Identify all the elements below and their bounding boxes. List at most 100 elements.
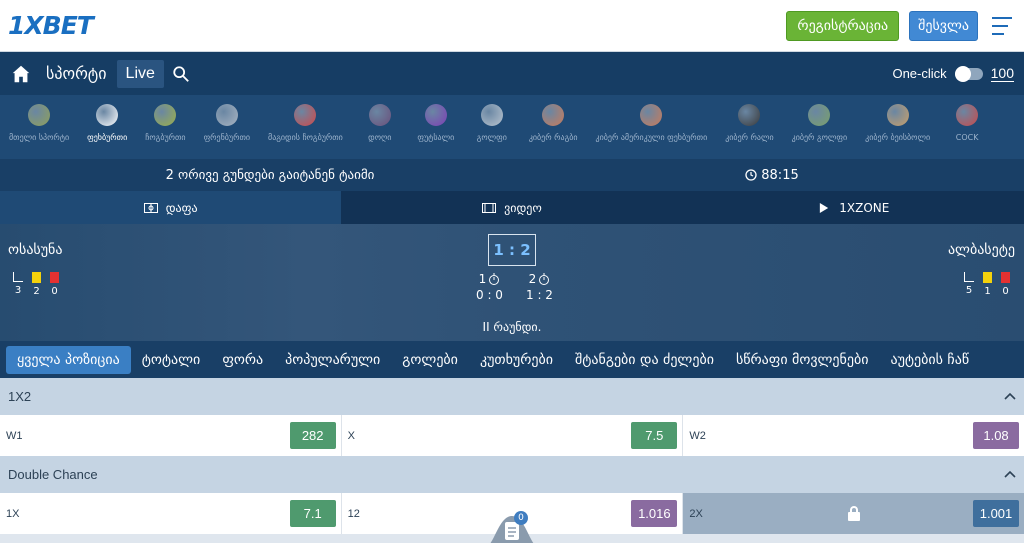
tab-board[interactable]: დაფა: [0, 191, 342, 224]
sport-item[interactable]: მაგიდის ჩოგბურთი: [259, 104, 352, 142]
futsal-icon: [424, 104, 447, 126]
horse-racing-icon: [368, 104, 391, 126]
sport-label: მთელი სპორტი: [9, 133, 70, 142]
stopwatch-icon: [489, 273, 500, 285]
sport-item[interactable]: ფეხბურთი: [78, 104, 136, 142]
tab-1xzone[interactable]: 1XZONE: [683, 191, 1024, 224]
sport-item[interactable]: კიბერ ამერიკული ფეხბურთი: [587, 104, 717, 142]
media-tabs: დაფა ვიდეო 1XZONE: [0, 191, 1024, 224]
half2-score: 1 : 2: [526, 288, 553, 302]
outcome-cell[interactable]: W2 1.08: [683, 415, 1024, 456]
outcome-name: 2X: [689, 507, 703, 520]
header-actions: რეგისტრაცია შესვლა: [786, 10, 1016, 41]
play-icon: [820, 202, 829, 213]
odd-button[interactable]: 1.08: [973, 422, 1020, 449]
tab-video[interactable]: ვიდეო: [341, 191, 682, 224]
away-red: 0: [1002, 286, 1009, 297]
away-stats: 5 1 0: [964, 272, 1010, 297]
sport-label: დოღი: [368, 133, 392, 142]
market-header[interactable]: Double Chance: [0, 456, 1024, 493]
hamburger-menu-icon[interactable]: [992, 16, 1016, 35]
stopwatch-icon: [539, 273, 550, 285]
scoreboard: ოსასუნა ალბასეტე 3 2 0 5 1 0 1 : 2 1 0 :…: [0, 224, 1024, 341]
chevron-up-icon[interactable]: [1004, 469, 1016, 481]
all-sports-icon: [28, 104, 51, 126]
sport-item[interactable]: დოღი: [352, 104, 408, 142]
outcome-cell[interactable]: 2X 1.001: [683, 493, 1024, 534]
nav-live-tab[interactable]: Live: [116, 59, 164, 88]
outcome-name: W2: [689, 429, 706, 442]
away-yellow: 1: [984, 286, 991, 297]
odds-row: W1 282 X 7.5 W2 1.08: [0, 415, 1024, 456]
away-corners: 5: [965, 285, 973, 296]
red-card-icon: [50, 272, 59, 283]
odd-button[interactable]: 1.016: [631, 500, 678, 527]
bet-slip-icon[interactable]: [480, 508, 544, 543]
brand-logo[interactable]: 1XBET: [8, 11, 94, 40]
sport-label: ფრენბურთი: [203, 133, 251, 142]
cyber-golf-icon: [808, 104, 831, 126]
top-header: 1XBET რეგისტრაცია შესვლა: [0, 0, 1024, 52]
sport-label: კიბერ რალი: [725, 133, 774, 142]
sport-label: ჩოგბურთი: [145, 133, 186, 142]
tennis-icon: [154, 104, 177, 126]
market-tab[interactable]: აუტების ჩაწ: [879, 346, 980, 374]
sport-item[interactable]: მთელი სპორტი: [0, 104, 78, 142]
search-icon[interactable]: [172, 65, 190, 83]
sport-item[interactable]: კიბერ რაგბი: [520, 104, 587, 142]
outcome-name: X: [347, 429, 356, 442]
market-title: 1X2: [8, 389, 32, 404]
odd-button[interactable]: 7.1: [289, 500, 336, 527]
outcome-cell[interactable]: W1 282: [0, 415, 342, 456]
table-tennis-icon: [294, 104, 317, 126]
one-click-amount[interactable]: 100: [990, 65, 1014, 82]
sport-item[interactable]: COCK: [939, 104, 995, 142]
nav-sports-link[interactable]: სპორტი: [46, 64, 107, 83]
second-half: 2 1 : 2: [526, 272, 553, 302]
sport-item[interactable]: ჩოგბურთი: [136, 104, 194, 142]
clock-icon: [745, 169, 757, 181]
odd-button[interactable]: 1.001: [973, 500, 1020, 527]
sport-item[interactable]: კიბერ რალი: [716, 104, 782, 142]
chevron-up-icon[interactable]: [1004, 391, 1016, 403]
sport-item[interactable]: ფუტსალი: [408, 104, 464, 142]
register-button[interactable]: რეგისტრაცია: [786, 10, 900, 41]
sport-label: ფეხბურთი: [87, 133, 128, 142]
sport-item[interactable]: კიბერ გოლფი: [783, 104, 857, 142]
cyber-baseball-icon: [886, 104, 909, 126]
sport-item[interactable]: კიბერ ბეისბოლი: [856, 104, 939, 142]
football-icon: [96, 104, 119, 126]
market-tab[interactable]: შტანგები და ძელები: [564, 346, 725, 374]
market-tab[interactable]: პოპულარული: [274, 346, 391, 374]
odd-button[interactable]: 7.5: [631, 422, 678, 449]
market-tab[interactable]: ყველა პოზიცია: [6, 345, 131, 374]
market-tab[interactable]: ფორა: [211, 346, 274, 374]
sport-label: კიბერ ბეისბოლი: [865, 133, 931, 142]
half1-label: 1: [478, 272, 487, 286]
outcome-cell[interactable]: X 7.5: [342, 415, 684, 456]
market-tab[interactable]: ტოტალი: [131, 346, 212, 374]
score-box: 1 : 2: [488, 234, 536, 266]
outcome-cell[interactable]: 1X 7.1: [0, 493, 342, 534]
market-tab[interactable]: კუთხურები: [469, 346, 564, 374]
sport-label: კიბერ ამერიკული ფეხბურთი: [595, 133, 708, 142]
market-header[interactable]: 1X2: [0, 378, 1024, 415]
home-corners: 3: [14, 285, 22, 296]
away-team-name: ალბასეტე: [947, 242, 1015, 258]
one-click-label: One-click: [892, 66, 947, 81]
sport-item[interactable]: ფრენბურთი: [195, 104, 259, 142]
golf-icon: [480, 104, 503, 126]
sport-item[interactable]: გოლფი: [464, 104, 520, 142]
cockfight-icon: [956, 104, 979, 126]
one-click-toggle[interactable]: [954, 65, 983, 82]
home-stats: 3 2 0: [13, 272, 59, 297]
outcome-name: 12: [347, 507, 360, 520]
login-button[interactable]: შესვლა: [909, 10, 978, 41]
market-tab[interactable]: გოლები: [391, 346, 469, 374]
sport-label: მაგიდის ჩოგბურთი: [268, 133, 343, 142]
match-time: 88:15: [761, 167, 799, 183]
odd-button[interactable]: 282: [289, 422, 336, 449]
board-icon: [143, 202, 158, 213]
market-tab[interactable]: სწრაფი მოვლენები: [725, 346, 880, 374]
home-icon[interactable]: [10, 63, 32, 85]
